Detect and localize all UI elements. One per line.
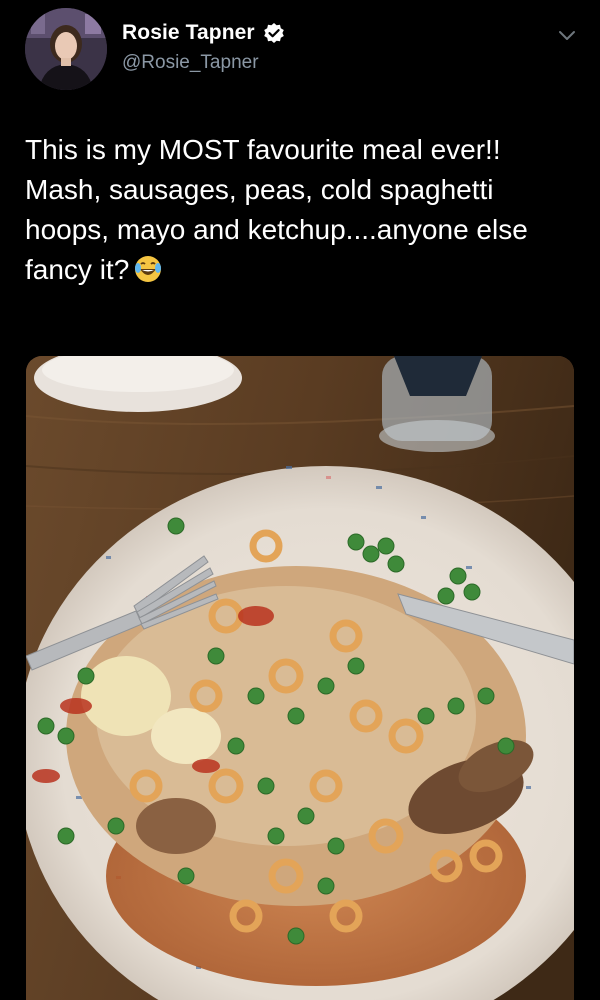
user-block: Rosie Tapner @Rosie_Tapner: [122, 18, 285, 74]
display-name-row: Rosie Tapner: [122, 18, 285, 48]
tears-of-joy-emoji-icon: [133, 254, 163, 284]
avatar[interactable]: [25, 8, 107, 90]
tweet-body: This is my MOST favourite meal ever!! Ma…: [25, 134, 528, 285]
chevron-down-icon[interactable]: [556, 24, 578, 46]
handle[interactable]: @Rosie_Tapner: [122, 52, 285, 74]
verified-badge-icon: [263, 22, 285, 44]
tweet-photo[interactable]: [26, 356, 574, 1000]
tweet-text: This is my MOST favourite meal ever!! Ma…: [25, 130, 565, 290]
tweet: Rosie Tapner @Rosie_Tapner This is my MO…: [0, 0, 600, 1000]
display-name[interactable]: Rosie Tapner: [122, 21, 255, 45]
